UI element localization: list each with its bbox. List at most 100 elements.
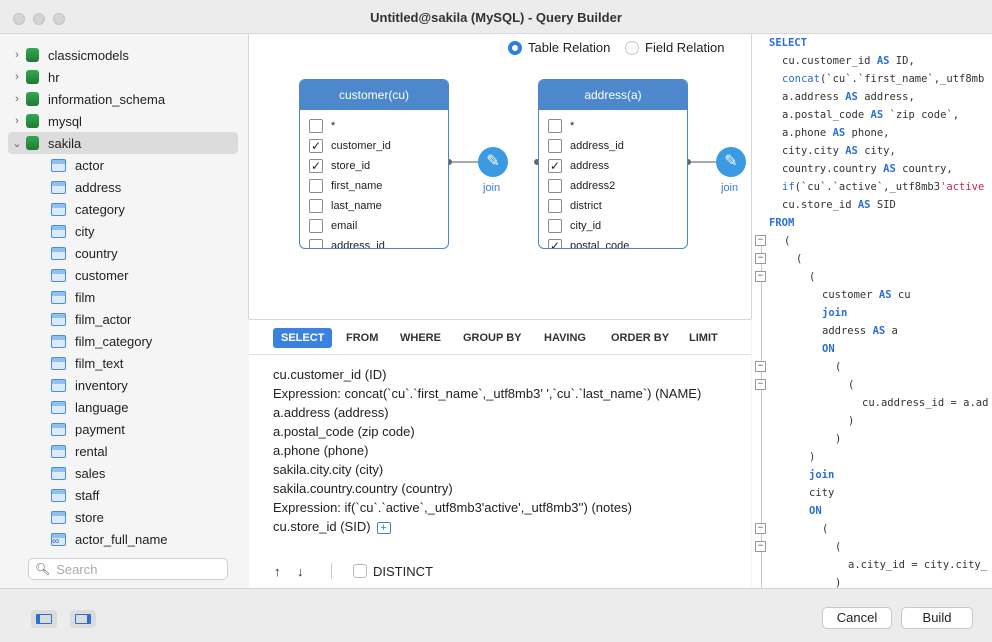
fold-toggle-icon[interactable]: − [755, 253, 766, 264]
table-card-customer[interactable]: customer(cu) * ✓ customer_id ✓ store_id fi… [299, 79, 449, 249]
column-row[interactable]: first_name [309, 178, 382, 194]
select-field-item[interactable]: sakila.country.country (country) [273, 481, 453, 496]
tree-table-item[interactable]: country [51, 242, 238, 264]
fold-toggle-icon[interactable]: − [755, 523, 766, 534]
tab-select[interactable]: SELECT [273, 328, 333, 348]
table-card-address[interactable]: address(a) * address_id ✓ address address… [538, 79, 688, 249]
column-checkbox[interactable] [309, 179, 323, 193]
select-field-item[interactable]: a.postal_code (zip code) [273, 424, 415, 439]
column-row[interactable]: address2 [548, 178, 615, 194]
column-checkbox[interactable] [548, 139, 562, 153]
column-row[interactable]: ✓ postal_code [548, 238, 629, 248]
fold-toggle-icon[interactable]: − [755, 379, 766, 390]
diagram-canvas[interactable]: Table Relation Field Relation customer(c… [248, 34, 752, 319]
move-down-button[interactable]: ↓ [297, 564, 304, 579]
tab-limit[interactable]: LIMIT [681, 328, 726, 348]
column-row[interactable]: last_name [309, 198, 382, 214]
tab-where[interactable]: WHERE [392, 328, 449, 348]
tree-table-item[interactable]: rental [51, 440, 238, 462]
tree-db-classicmodels[interactable]: › classicmodels [8, 44, 238, 66]
column-checkbox[interactable] [548, 119, 562, 133]
tree-table-item[interactable]: film_actor [51, 308, 238, 330]
tree-view-item[interactable]: actor_full_name [51, 528, 238, 550]
toggle-right-panel-button[interactable] [70, 610, 96, 628]
column-checkbox[interactable]: ✓ [548, 159, 562, 173]
column-checkbox[interactable] [548, 199, 562, 213]
join-edit-button[interactable]: ✎ [478, 147, 508, 177]
tree-db-mysql[interactable]: › mysql [8, 110, 238, 132]
chevron-right-icon[interactable]: › [8, 49, 26, 61]
column-row[interactable]: email [309, 218, 357, 234]
column-checkbox[interactable] [309, 199, 323, 213]
tree-table-item[interactable]: customer [51, 264, 238, 286]
column-row[interactable]: * [309, 118, 335, 134]
tree-table-item[interactable]: payment [51, 418, 238, 440]
select-field-item[interactable]: a.address (address) [273, 405, 389, 420]
move-up-button[interactable]: ↑ [274, 564, 281, 579]
column-checkbox[interactable] [548, 219, 562, 233]
tree-table-item[interactable]: actor [51, 154, 238, 176]
tree-table-item[interactable]: film_text [51, 352, 238, 374]
tree-table-item[interactable]: film_category [51, 330, 238, 352]
join-edit-button[interactable]: ✎ [716, 147, 746, 177]
fold-toggle-icon[interactable]: − [755, 361, 766, 372]
chevron-down-icon[interactable]: ⌄ [8, 137, 26, 150]
sql-text: city.city [782, 145, 846, 157]
toggle-left-panel-button[interactable] [31, 610, 57, 628]
column-row[interactable]: address_id [309, 238, 385, 248]
fold-toggle-icon[interactable]: − [755, 541, 766, 552]
select-field-item[interactable]: Expression: concat(`cu`.`first_name`,_ut… [273, 386, 701, 401]
tree-table-item[interactable]: sales [51, 462, 238, 484]
column-row[interactable]: * [548, 118, 574, 134]
tree-db-hr[interactable]: › hr [8, 66, 238, 88]
schema-search-input[interactable]: 🔍︎ Search [28, 558, 228, 580]
sql-preview[interactable]: − − − − − − − SELECT cu.customer_id AS I… [752, 34, 992, 588]
select-field-item[interactable]: a.phone (phone) [273, 443, 368, 458]
column-row[interactable]: ✓ store_id [309, 158, 370, 174]
tab-having[interactable]: HAVING [536, 328, 594, 348]
sql-line: a.address AS address, [782, 91, 915, 103]
column-row[interactable]: city_id [548, 218, 601, 234]
tab-group-by[interactable]: GROUP BY [455, 328, 529, 348]
tree-table-item[interactable]: address [51, 176, 238, 198]
tab-order-by[interactable]: ORDER BY [603, 328, 677, 348]
tree-table-item[interactable]: staff [51, 484, 238, 506]
add-field-button[interactable]: + [376, 522, 391, 534]
select-field-item[interactable]: sakila.city.city (city) [273, 462, 383, 477]
column-row[interactable]: district [548, 198, 602, 214]
chevron-right-icon[interactable]: › [8, 93, 26, 105]
tree-db-sakila[interactable]: ⌄ sakila [8, 132, 238, 154]
select-field-item[interactable]: Expression: if(`cu`.`active`,_utf8mb3'ac… [273, 500, 632, 515]
tree-table-item[interactable]: language [51, 396, 238, 418]
join-label[interactable]: join [721, 182, 738, 194]
select-field-item[interactable]: cu.store_id (SID) + [273, 519, 391, 534]
build-button[interactable]: Build [901, 607, 973, 629]
column-row[interactable]: ✓ address [548, 158, 609, 174]
column-checkbox[interactable] [309, 119, 323, 133]
chevron-right-icon[interactable]: › [8, 115, 26, 127]
tree-table-item[interactable]: store [51, 506, 238, 528]
column-row[interactable]: ✓ customer_id [309, 138, 391, 154]
tree-table-item[interactable]: category [51, 198, 238, 220]
field-text: cu.store_id (SID) [273, 519, 371, 534]
join-label[interactable]: join [483, 182, 500, 194]
tree-db-information-schema[interactable]: › information_schema [8, 88, 238, 110]
column-checkbox[interactable] [548, 179, 562, 193]
tree-table-item[interactable]: city [51, 220, 238, 242]
column-checkbox[interactable]: ✓ [309, 159, 323, 173]
column-checkbox[interactable]: ✓ [309, 139, 323, 153]
select-field-item[interactable]: cu.customer_id (ID) [273, 367, 386, 382]
column-checkbox[interactable] [309, 239, 323, 248]
fold-toggle-icon[interactable]: − [755, 271, 766, 282]
distinct-label[interactable]: DISTINCT [373, 564, 433, 579]
chevron-right-icon[interactable]: › [8, 71, 26, 83]
cancel-button[interactable]: Cancel [822, 607, 892, 629]
column-checkbox[interactable] [309, 219, 323, 233]
tree-table-item[interactable]: inventory [51, 374, 238, 396]
distinct-checkbox[interactable] [353, 564, 367, 578]
tab-from[interactable]: FROM [338, 328, 386, 348]
column-checkbox[interactable]: ✓ [548, 239, 562, 248]
column-row[interactable]: address_id [548, 138, 624, 154]
tree-table-item[interactable]: film [51, 286, 238, 308]
fold-toggle-icon[interactable]: − [755, 235, 766, 246]
